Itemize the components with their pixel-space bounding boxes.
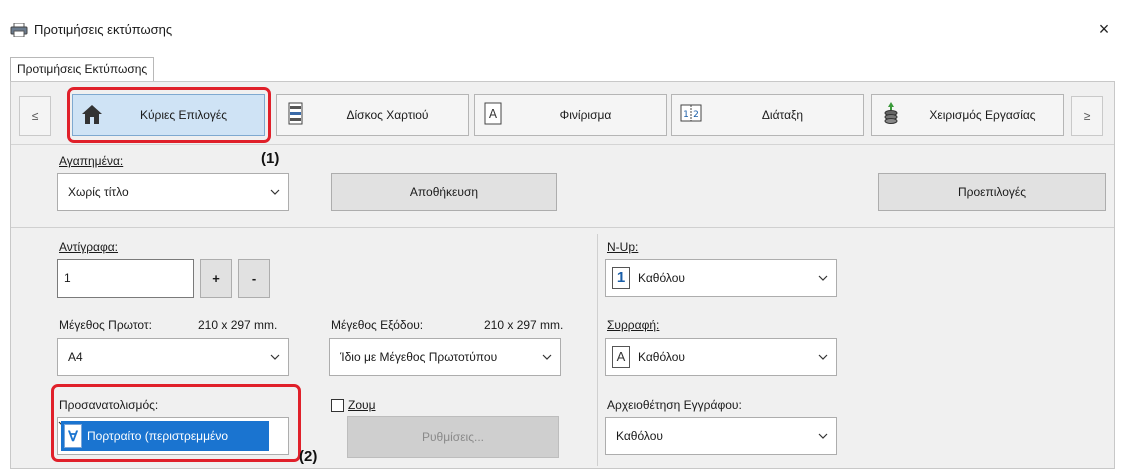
nav-finishing-label: Φινίρισμα bbox=[559, 108, 612, 122]
callout-2: (2) bbox=[299, 448, 318, 465]
document-filing-value: Καθόλου bbox=[616, 429, 663, 443]
column-divider bbox=[597, 234, 598, 466]
output-size-select[interactable]: Ίδιο με Μέγεθος Πρωτοτύπου bbox=[329, 338, 561, 376]
layout-icon: 1 2 bbox=[680, 102, 702, 126]
document-filing-select[interactable]: Καθόλου bbox=[605, 417, 837, 455]
favorites-value: Χωρίς τίτλο bbox=[68, 185, 129, 199]
callout-1: (1) bbox=[261, 150, 280, 167]
original-size-dims: 210 x 297 mm. bbox=[198, 318, 278, 332]
save-button[interactable]: Αποθήκευση bbox=[331, 173, 557, 211]
chevron-down-icon bbox=[818, 431, 828, 441]
nup-value: Καθόλου bbox=[638, 271, 685, 285]
section-divider bbox=[11, 227, 1114, 228]
chevron-down-icon bbox=[270, 352, 280, 362]
tab-printing-preferences[interactable]: Προτιμήσεις Εκτύπωσης bbox=[10, 57, 155, 82]
main-panel: ≤ Κύριες Επιλογές Δίσκος Χαρτιού A Φινίρ… bbox=[10, 81, 1115, 469]
zoom-label: Ζουμ bbox=[348, 398, 376, 412]
highlight-box-2 bbox=[51, 384, 301, 462]
zoom-checkbox[interactable] bbox=[331, 399, 344, 412]
nav-finishing-button[interactable]: A Φινίρισμα bbox=[474, 94, 667, 136]
staple-select[interactable]: A Καθόλου bbox=[605, 338, 837, 376]
nav-job-handling-button[interactable]: Χειρισμός Εργασίας bbox=[871, 94, 1064, 136]
nav-paper-tray-button[interactable]: Δίσκος Χαρτιού bbox=[276, 94, 469, 136]
nav-job-handling-label: Χειρισμός Εργασίας bbox=[929, 108, 1036, 122]
finishing-icon: A bbox=[483, 102, 505, 126]
chevron-down-icon bbox=[270, 187, 280, 197]
title-bar: Προτιμήσεις εκτύπωσης × bbox=[0, 0, 1124, 44]
svg-text:1: 1 bbox=[683, 110, 689, 120]
defaults-button[interactable]: Προεπιλογές bbox=[878, 173, 1106, 211]
svg-text:A: A bbox=[489, 107, 498, 121]
nup-label: N-Up: bbox=[607, 240, 639, 254]
copies-label: Αντίγραφα: bbox=[59, 240, 119, 254]
job-handling-icon bbox=[880, 102, 902, 126]
output-size-value: Ίδιο με Μέγεθος Πρωτοτύπου bbox=[340, 350, 498, 364]
chevron-down-icon bbox=[818, 352, 828, 362]
nav-prev-button[interactable]: ≤ bbox=[19, 96, 51, 136]
printer-icon bbox=[10, 22, 28, 38]
copies-increment-button[interactable]: + bbox=[200, 259, 232, 298]
nav-layout-button[interactable]: 1 2 Διάταξη bbox=[671, 94, 864, 136]
staple-label: Συρραφή: bbox=[607, 318, 660, 332]
nav-layout-label: Διάταξη bbox=[761, 108, 804, 122]
paper-tray-icon bbox=[285, 102, 307, 126]
output-size-dims: 210 x 297 mm. bbox=[484, 318, 564, 332]
original-size-label: Μέγεθος Πρωτοτ: bbox=[59, 318, 152, 332]
svg-text:2: 2 bbox=[693, 110, 699, 120]
close-button[interactable]: × bbox=[1092, 17, 1116, 41]
staple-icon: A bbox=[612, 346, 630, 368]
document-filing-label: Αρχειοθέτηση Εγγράφου: bbox=[607, 398, 742, 412]
original-size-value: A4 bbox=[68, 350, 83, 364]
copies-value: 1 bbox=[64, 271, 71, 285]
zoom-settings-button[interactable]: Ρυθμίσεις... bbox=[347, 416, 559, 458]
original-size-select[interactable]: A4 bbox=[57, 338, 289, 376]
chevron-down-icon bbox=[542, 352, 552, 362]
copies-input[interactable]: 1 bbox=[57, 259, 194, 298]
favorites-select[interactable]: Χωρίς τίτλο bbox=[57, 173, 289, 211]
window-title: Προτιμήσεις εκτύπωσης bbox=[34, 22, 173, 37]
staple-value: Καθόλου bbox=[638, 350, 685, 364]
output-size-label: Μέγεθος Εξόδου: bbox=[331, 318, 424, 332]
copies-decrement-button[interactable]: - bbox=[238, 259, 270, 298]
favorites-label: Αγαπημένα: bbox=[59, 154, 124, 168]
nup-one-icon: 1 bbox=[612, 267, 630, 289]
nav-paper-tray-label: Δίσκος Χαρτιού bbox=[346, 108, 429, 122]
chevron-down-icon bbox=[818, 273, 828, 283]
highlight-box-1 bbox=[67, 87, 271, 143]
nup-select[interactable]: 1 Καθόλου bbox=[605, 259, 837, 297]
nav-next-button[interactable]: ≥ bbox=[1071, 96, 1103, 136]
